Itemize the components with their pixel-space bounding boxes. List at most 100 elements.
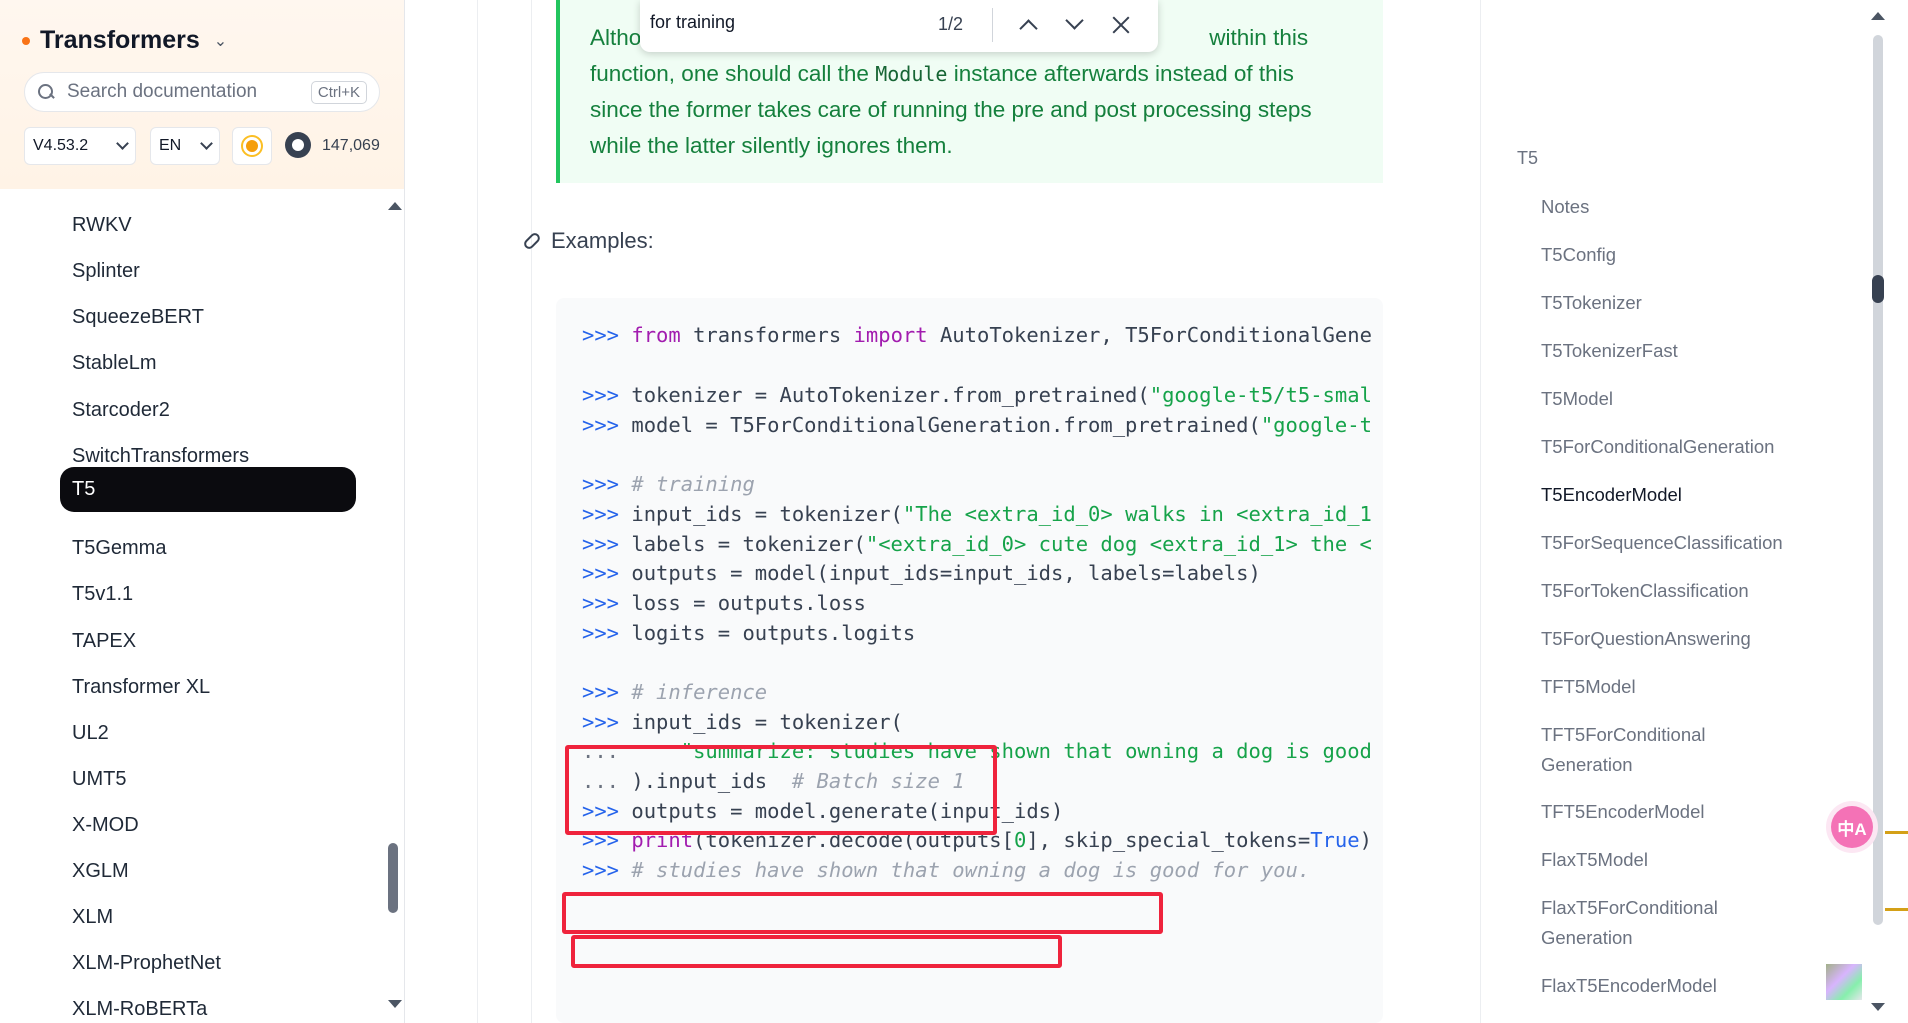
chevron-down-icon	[200, 137, 213, 150]
sidebar-item-starcoder2[interactable]: Starcoder2	[72, 395, 170, 425]
scroll-up-icon[interactable]	[388, 202, 402, 210]
toc-section-t5[interactable]: T5	[1517, 148, 1538, 169]
toc-item-t5config[interactable]: T5Config	[1541, 240, 1791, 270]
brand-menu[interactable]: Transformers ⌄	[22, 26, 227, 55]
sidebar-item-rwkv[interactable]: RWKV	[72, 210, 132, 240]
chevron-down-icon[interactable]	[1065, 11, 1084, 30]
find-bar: for training 1/2	[640, 0, 1158, 52]
find-input[interactable]: for training	[650, 12, 735, 33]
toc-item-flaxt5model[interactable]: FlaxT5Model	[1541, 845, 1791, 875]
sidebar-item-ul2[interactable]: UL2	[72, 718, 109, 748]
version-select[interactable]: V4.53.2	[24, 127, 136, 165]
scroll-down-icon[interactable]	[1871, 1003, 1885, 1011]
sidebar-header: Transformers ⌄ Search documentation Ctrl…	[0, 0, 404, 189]
language-select[interactable]: EN	[150, 127, 220, 165]
toc-item-t5forconditionalgeneration[interactable]: T5ForConditionalGeneration	[1541, 432, 1791, 462]
toc-item-t5tokenizer[interactable]: T5Tokenizer	[1541, 288, 1791, 318]
sidebar-item-tapex[interactable]: TAPEX	[72, 626, 136, 656]
toc-item-tft5model[interactable]: TFT5Model	[1541, 672, 1791, 702]
sidebar: Transformers ⌄ Search documentation Ctrl…	[0, 0, 405, 1023]
toc-item-t5forsequenceclassification[interactable]: T5ForSequenceClassification	[1541, 528, 1791, 558]
code-line: >>> loss = outputs.loss	[582, 591, 866, 615]
code-line: >>> logits = outputs.logits	[582, 621, 916, 645]
sidebar-item-t5v1-1[interactable]: T5v1.1	[72, 579, 133, 609]
find-match-count: 1/2	[938, 14, 964, 34]
sidebar-item-xlm[interactable]: XLM	[72, 902, 113, 932]
code-line: >>> outputs = model(input_ids=input_ids,…	[582, 561, 1261, 585]
sidebar-item-t5[interactable]: T5	[60, 467, 356, 512]
scroll-marker	[1885, 908, 1908, 911]
toc-item-t5model[interactable]: T5Model	[1541, 384, 1791, 414]
brand-name: Transformers	[40, 26, 200, 54]
toc-item-tft5encodermodel[interactable]: TFT5EncoderModel	[1541, 797, 1791, 827]
toc-item-t5tokenizerfast[interactable]: T5TokenizerFast	[1541, 336, 1791, 366]
sidebar-item-xlm-roberta[interactable]: XLM-RoBERTa	[72, 994, 207, 1023]
module-code: Module	[875, 62, 948, 86]
sidebar-item-squeezebert[interactable]: SqueezeBERT	[72, 302, 204, 332]
toc-item-notes[interactable]: Notes	[1541, 192, 1791, 222]
code-line: >>> # studies have shown that owning a d…	[582, 858, 1311, 882]
highlight-box-generate	[562, 892, 1163, 934]
sidebar-item-x-mod[interactable]: X-MOD	[72, 810, 139, 840]
code-line: >>> # inference	[582, 680, 768, 704]
search-icon	[37, 83, 55, 101]
link-icon[interactable]	[522, 231, 542, 251]
sun-icon	[246, 140, 258, 152]
search-shortcut: Ctrl+K	[310, 80, 367, 104]
theme-toggle-button[interactable]	[232, 127, 272, 165]
toc-item-tft5forconditional[interactable]: TFT5ForConditional	[1541, 720, 1791, 750]
toc-item-tft5forconditional-cont[interactable]: Generation	[1541, 750, 1791, 780]
highlight-box-inference	[565, 745, 997, 835]
chevron-down-icon: ⌄	[213, 32, 228, 50]
sidebar-item-xlm-prophetnet[interactable]: XLM-ProphetNet	[72, 948, 221, 978]
toc-item-flaxt5encodermodel[interactable]: FlaxT5EncoderModel	[1541, 971, 1791, 1001]
toc-item-flaxt5forconditional-cont[interactable]: Generation	[1541, 923, 1791, 953]
highlight-box-decode	[571, 935, 1062, 968]
version-label: V4.53.2	[33, 137, 89, 154]
toc-border	[1480, 0, 1481, 1023]
scroll-down-icon[interactable]	[388, 1000, 402, 1008]
examples-title: Examples:	[551, 228, 654, 253]
search-input[interactable]: Search documentation Ctrl+K	[24, 72, 380, 112]
sidebar-item-transformer-xl[interactable]: Transformer XL	[72, 672, 210, 702]
sidebar-item-splinter[interactable]: Splinter	[72, 256, 140, 286]
content-border	[531, 0, 532, 1023]
code-line: >>> tokenizer = AutoTokenizer.from_pretr…	[582, 383, 1372, 407]
scrollbar-thumb[interactable]	[388, 843, 398, 913]
chevron-down-icon	[116, 137, 129, 150]
github-stars: 147,069	[322, 137, 380, 154]
code-line: >>> # training	[582, 472, 755, 496]
toc-item-t5fortokenclassification[interactable]: T5ForTokenClassification	[1541, 576, 1791, 606]
page: Transformers ⌄ Search documentation Ctrl…	[0, 0, 1908, 1023]
sidebar-scrollbar[interactable]	[384, 190, 402, 1023]
brand-dot-icon	[22, 36, 30, 45]
examples-heading: Examples:	[522, 228, 654, 254]
sidebar-item-t5gemma[interactable]: T5Gemma	[72, 533, 166, 563]
sidebar-item-umt5[interactable]: UMT5	[72, 764, 126, 794]
scroll-up-icon[interactable]	[1871, 12, 1885, 20]
code-line: >>> input_ids = tokenizer(	[582, 710, 903, 734]
scrollbar-track[interactable]	[1873, 35, 1883, 925]
toc-item-t5encodermodel[interactable]: T5EncoderModel	[1541, 480, 1791, 510]
code-line: >>> from transformers import AutoTokeniz…	[582, 323, 1372, 347]
search-placeholder: Search documentation	[67, 81, 258, 102]
window-scrollbar[interactable]	[1868, 0, 1888, 1023]
sidebar-nav: RWKV Splinter SqueezeBERT StableLm Starc…	[0, 190, 380, 1023]
scroll-marker	[1885, 831, 1908, 834]
toc-item-t5forquestionanswering[interactable]: T5ForQuestionAnswering	[1541, 624, 1791, 654]
thumbnail-image[interactable]	[1826, 964, 1862, 1000]
code-line: >>> input_ids = tokenizer("The <extra_id…	[582, 502, 1372, 526]
close-icon[interactable]	[1110, 14, 1132, 36]
find-divider	[992, 8, 993, 42]
code-line: >>> labels = tokenizer("<extra_id_0> cut…	[582, 532, 1372, 556]
scrollbar-thumb[interactable]	[1872, 275, 1884, 303]
sidebar-item-xglm[interactable]: XGLM	[72, 856, 129, 886]
language-label: EN	[159, 137, 182, 154]
sidebar-item-stablelm[interactable]: StableLm	[72, 348, 157, 378]
toc-item-flaxt5forconditional[interactable]: FlaxT5ForConditional	[1541, 893, 1791, 923]
github-icon[interactable]	[285, 132, 311, 158]
code-line: >>> model = T5ForConditionalGeneration.f…	[582, 413, 1372, 437]
translate-button[interactable]: 中A	[1831, 806, 1873, 848]
chevron-up-icon[interactable]	[1019, 19, 1038, 38]
content-border	[477, 0, 478, 1023]
